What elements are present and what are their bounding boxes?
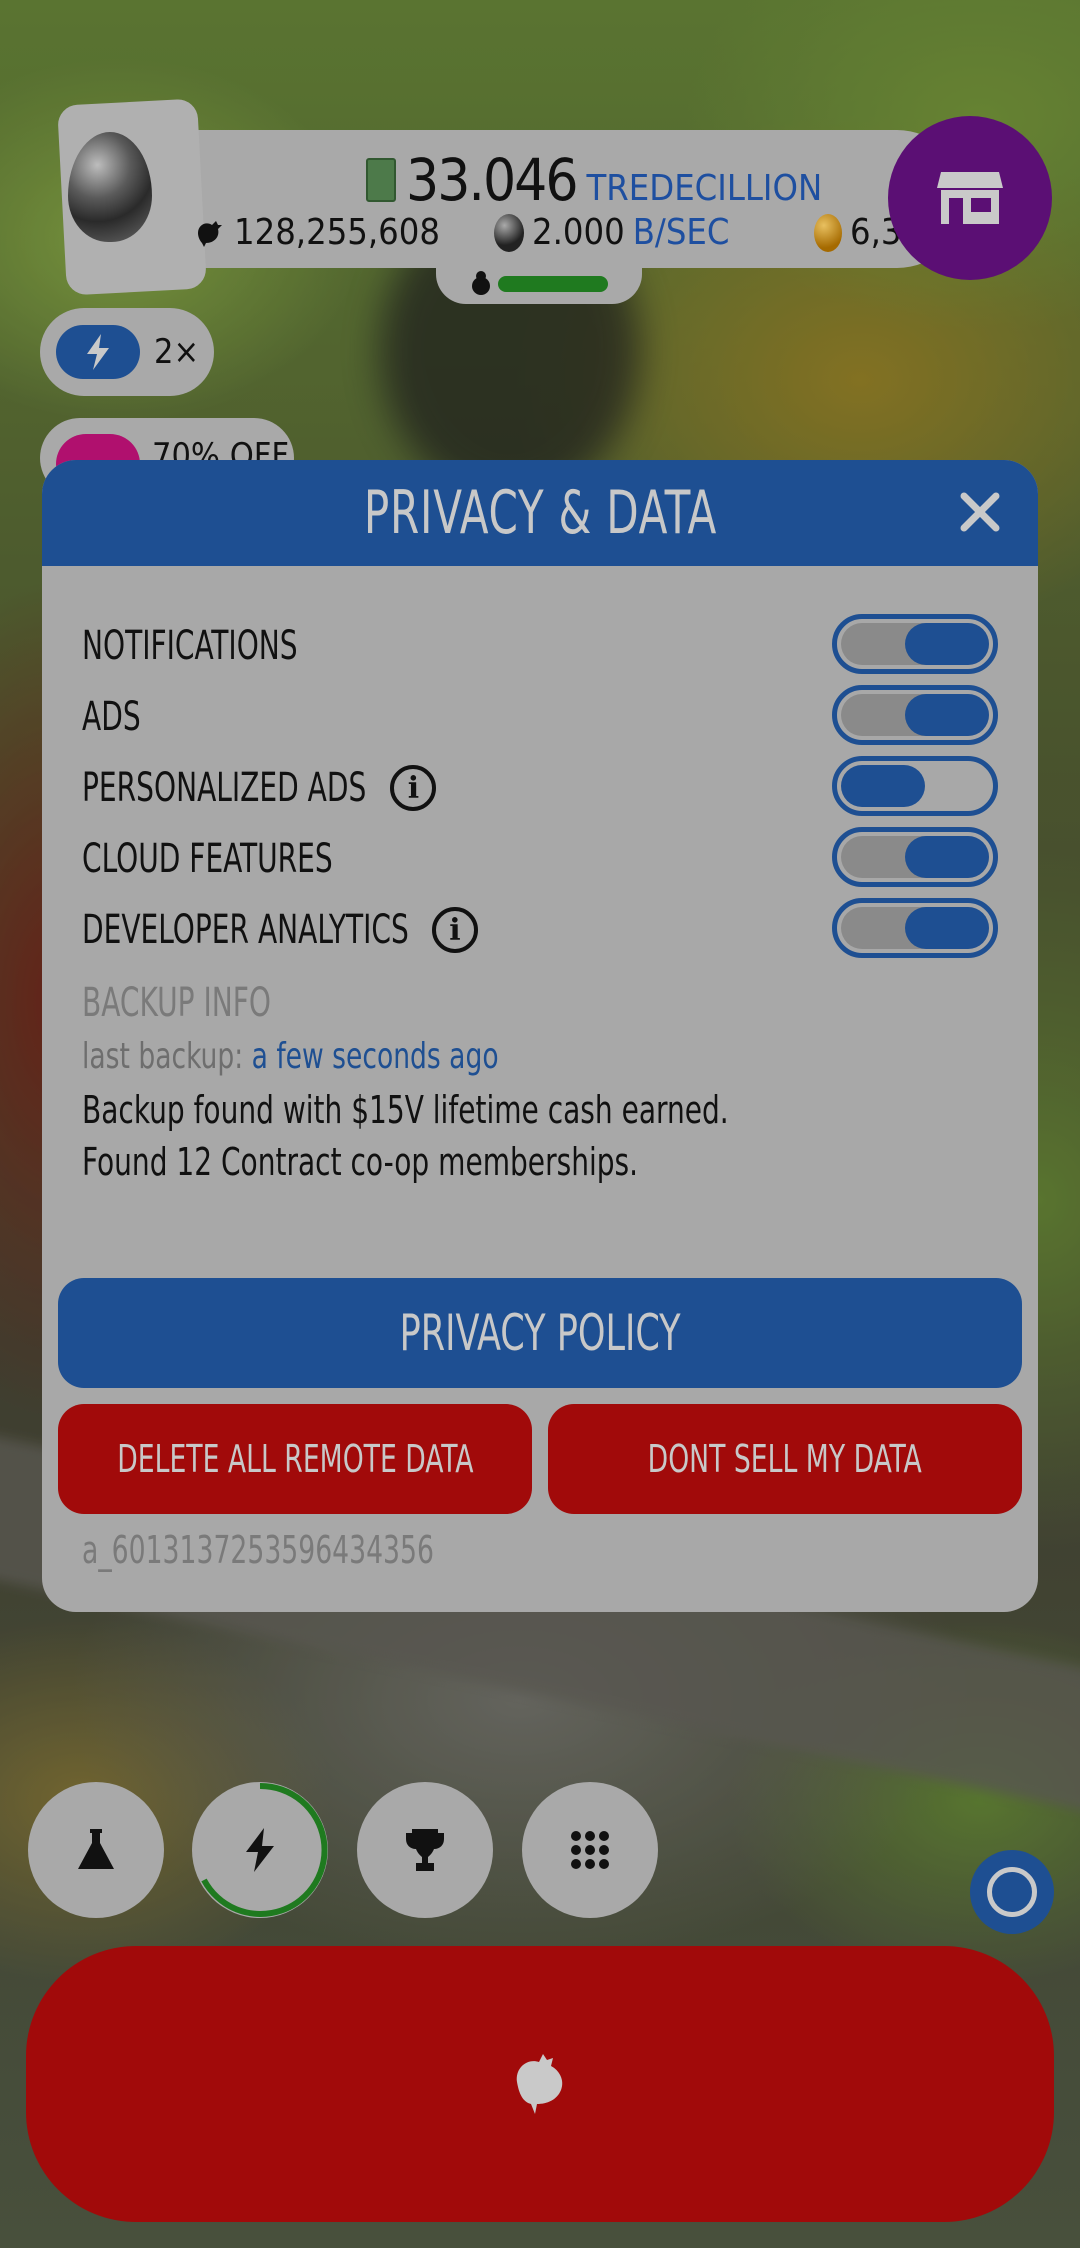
delete-remote-data-button[interactable]: DELETE ALL REMOTE DATA — [58, 1404, 532, 1514]
top-hud: 33.046 TREDECILLION 128,255,608 2.000 B/… — [46, 98, 976, 296]
info-icon[interactable]: i — [390, 765, 437, 811]
setting-toggle[interactable] — [832, 898, 998, 958]
chicken-icon — [516, 2054, 563, 2114]
flask-icon — [78, 1829, 114, 1869]
setting-toggle[interactable] — [832, 827, 998, 887]
backup-coop-info: Found 12 Contract co-op memberships. — [82, 1140, 639, 1184]
circle-icon — [987, 1867, 1037, 1917]
cash-display: 33.046 TREDECILLION — [366, 146, 822, 214]
setting-row: DEVELOPER ANALYTICS i — [82, 900, 478, 960]
chicken-icon — [198, 220, 222, 247]
lightning-icon — [87, 334, 109, 370]
info-icon[interactable]: i — [431, 907, 478, 953]
toggle-knob — [905, 623, 989, 665]
hatch-chicken-button[interactable] — [26, 1946, 1054, 2222]
grid-icon — [571, 1831, 609, 1869]
toggle-knob — [905, 836, 989, 878]
dialog-title: PRIVACY & DATA — [363, 478, 717, 548]
boost-label: 2× — [154, 332, 200, 372]
privacy-dialog: PRIVACY & DATA NOTIFICATIONS ADS PERSONALI… — [42, 460, 1038, 1612]
chicken-count-value: 128,255,608 — [234, 212, 440, 253]
setting-label: NOTIFICATIONS — [82, 623, 298, 669]
dont-sell-data-button[interactable]: DONT SELL MY DATA — [548, 1404, 1022, 1514]
cash-icon — [366, 158, 396, 202]
trophy-icon — [406, 1829, 444, 1871]
privacy-policy-label: PRIVACY POLICY — [399, 1304, 681, 1362]
chicken-count: 128,255,608 — [194, 212, 440, 253]
trophy-button[interactable] — [357, 1782, 493, 1918]
drone-progress-bar — [498, 276, 608, 292]
last-backup-value: a few seconds ago — [251, 1036, 499, 1077]
boost-timer-ring — [201, 1782, 328, 1917]
setting-label: DEVELOPER ANALYTICS — [82, 907, 409, 953]
dont-sell-data-label: DONT SELL MY DATA — [647, 1437, 923, 1481]
toggle-knob — [905, 907, 989, 949]
delete-remote-data-label: DELETE ALL REMOTE DATA — [116, 1437, 474, 1481]
setting-toggle[interactable] — [832, 756, 998, 816]
setting-row: PERSONALIZED ADS i — [82, 758, 437, 818]
last-backup-label: last backup: — [82, 1036, 244, 1077]
setting-toggle[interactable] — [832, 685, 998, 745]
toggle-knob — [841, 765, 925, 807]
setting-label: PERSONALIZED ADS — [82, 765, 367, 811]
setting-row: ADS — [82, 687, 157, 747]
backup-heading: BACKUP INFO — [82, 980, 271, 1026]
backup-summary: Backup found with $15V lifetime cash ear… — [82, 1088, 729, 1132]
toggle-knob — [905, 694, 989, 736]
egg-rate: 2.000 B/SEC — [494, 212, 730, 253]
boost-pill — [56, 325, 140, 379]
close-button[interactable] — [952, 484, 1008, 540]
dialog-header: PRIVACY & DATA — [42, 460, 1038, 566]
egg-rate-unit: B/SEC — [632, 212, 730, 253]
egg-rate-value: 2.000 — [532, 212, 625, 253]
shop-icon — [937, 172, 1003, 224]
shop-button[interactable] — [888, 116, 1052, 280]
user-id: a_6013137253596434356 — [82, 1528, 434, 1572]
setting-toggle[interactable] — [832, 614, 998, 674]
last-backup: last backup: a few seconds ago — [82, 1036, 499, 1077]
egg-rate-icon — [494, 213, 524, 252]
setting-label: CLOUD FEATURES — [82, 836, 333, 882]
setting-row: CLOUD FEATURES — [82, 829, 403, 889]
menu-button[interactable] — [522, 1782, 658, 1918]
chick-icon — [472, 271, 490, 295]
cash-amount: 33.046 — [406, 146, 579, 214]
setting-row: NOTIFICATIONS — [82, 616, 358, 676]
privacy-policy-button[interactable]: PRIVACY POLICY — [58, 1278, 1022, 1388]
cash-unit: TREDECILLION — [586, 168, 823, 209]
golden-egg-icon — [814, 213, 842, 252]
toggle-view-button[interactable] — [970, 1850, 1054, 1934]
setting-label: ADS — [82, 694, 141, 740]
boosts-button[interactable] — [192, 1782, 328, 1918]
close-icon — [960, 492, 1000, 532]
earnings-boost-badge[interactable]: 2× — [40, 308, 214, 396]
research-button[interactable] — [28, 1782, 164, 1918]
